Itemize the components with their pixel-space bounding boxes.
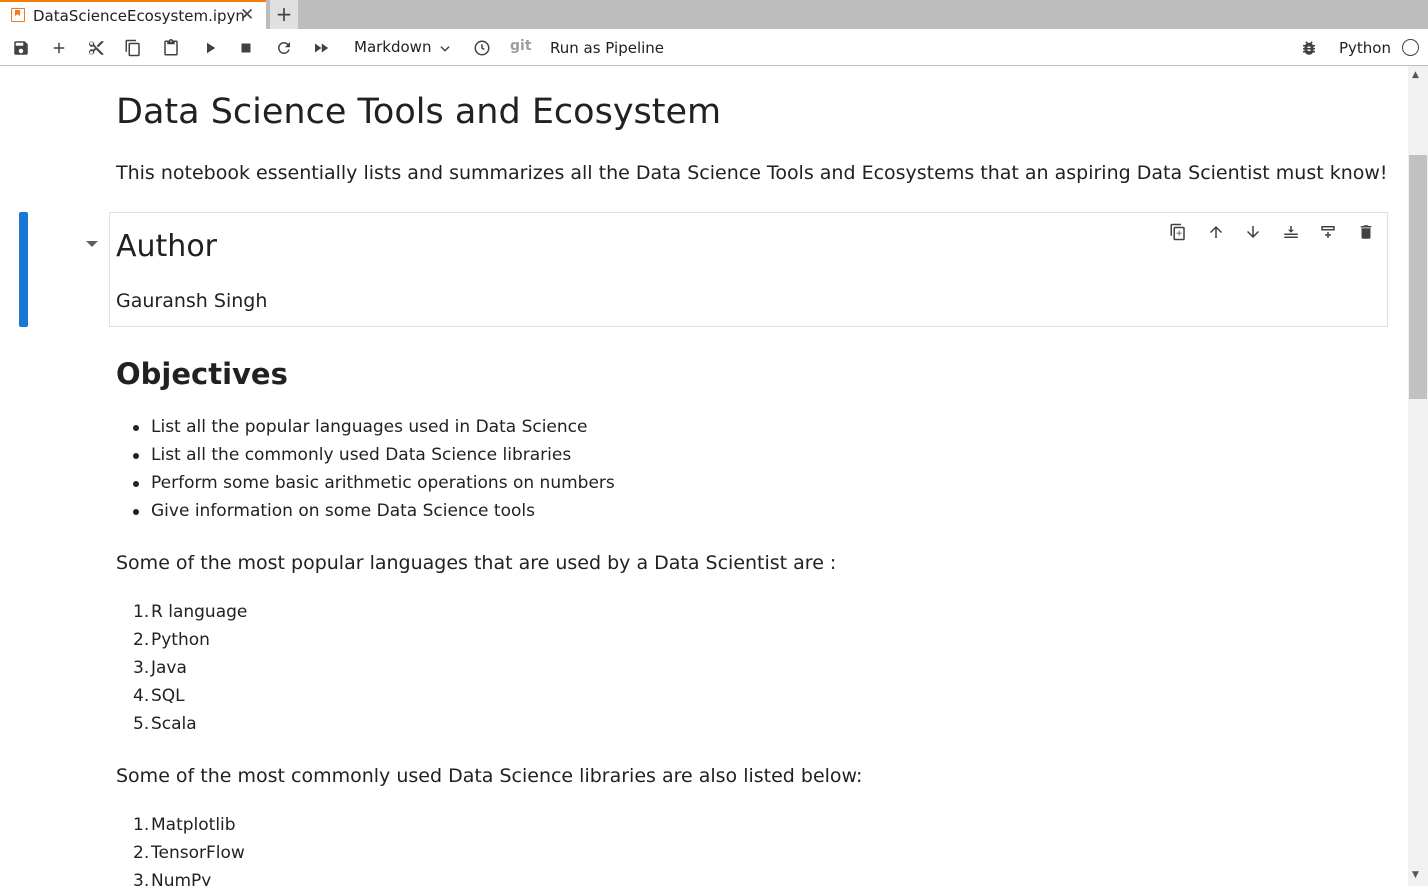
tab-notebook[interactable]: DataScienceEcosystem.ipyn ✕ (0, 0, 266, 29)
objectives-heading: Objectives (116, 357, 288, 391)
stop-icon[interactable] (236, 38, 256, 58)
notebook-icon (11, 8, 25, 22)
insert-above-icon[interactable] (1318, 222, 1338, 242)
copy-icon[interactable] (123, 38, 143, 58)
scrollbar-thumb[interactable] (1409, 155, 1427, 399)
fast-forward-icon[interactable] (311, 38, 331, 58)
close-icon[interactable]: ✕ (240, 5, 254, 25)
new-tab-button[interactable]: + (270, 0, 298, 29)
vertical-scrollbar[interactable]: ▲ ▼ (1408, 66, 1428, 886)
save-icon[interactable] (11, 38, 31, 58)
paste-icon[interactable] (161, 38, 181, 58)
cut-icon[interactable] (86, 38, 106, 58)
author-name: Gauransh Singh (116, 290, 268, 312)
duplicate-cell-icon[interactable] (1168, 222, 1188, 242)
insert-below-icon[interactable] (1281, 222, 1301, 242)
notebook-title: Data Science Tools and Ecosystem (116, 92, 722, 132)
active-cell-indicator (19, 212, 28, 327)
author-heading: Author (116, 229, 218, 264)
chevron-down-icon[interactable] (438, 41, 452, 60)
clock-icon[interactable] (472, 38, 492, 58)
languages-intro: Some of the most popular languages that … (116, 552, 837, 574)
libraries-intro: Some of the most commonly used Data Scie… (116, 765, 863, 787)
notebook-panel: Data Science Tools and Ecosystem This no… (0, 66, 1408, 886)
collapse-icon[interactable] (86, 241, 98, 247)
intro-text: This notebook essentially lists and summ… (116, 162, 1388, 184)
active-cell[interactable] (109, 212, 1388, 327)
restart-icon[interactable] (274, 38, 294, 58)
notebook-toolbar: Markdown git Run as Pipeline Python (0, 29, 1428, 66)
scroll-down-icon[interactable]: ▼ (1412, 870, 1419, 880)
delete-cell-icon[interactable] (1356, 222, 1376, 242)
tab-title: DataScienceEcosystem.ipyn (33, 7, 245, 25)
run-icon[interactable] (200, 38, 220, 58)
add-cell-icon[interactable] (49, 38, 69, 58)
move-up-icon[interactable] (1206, 222, 1226, 242)
git-button[interactable]: git (510, 38, 532, 54)
run-as-pipeline-button[interactable]: Run as Pipeline (550, 39, 664, 57)
bug-icon[interactable] (1299, 38, 1319, 58)
tab-bar: DataScienceEcosystem.ipyn ✕ + (0, 0, 1428, 29)
kernel-status-icon (1402, 39, 1419, 56)
kernel-name[interactable]: Python (1339, 39, 1391, 57)
cell-type-dropdown[interactable]: Markdown (354, 38, 431, 56)
move-down-icon[interactable] (1243, 222, 1263, 242)
scroll-up-icon[interactable]: ▲ (1412, 70, 1419, 80)
